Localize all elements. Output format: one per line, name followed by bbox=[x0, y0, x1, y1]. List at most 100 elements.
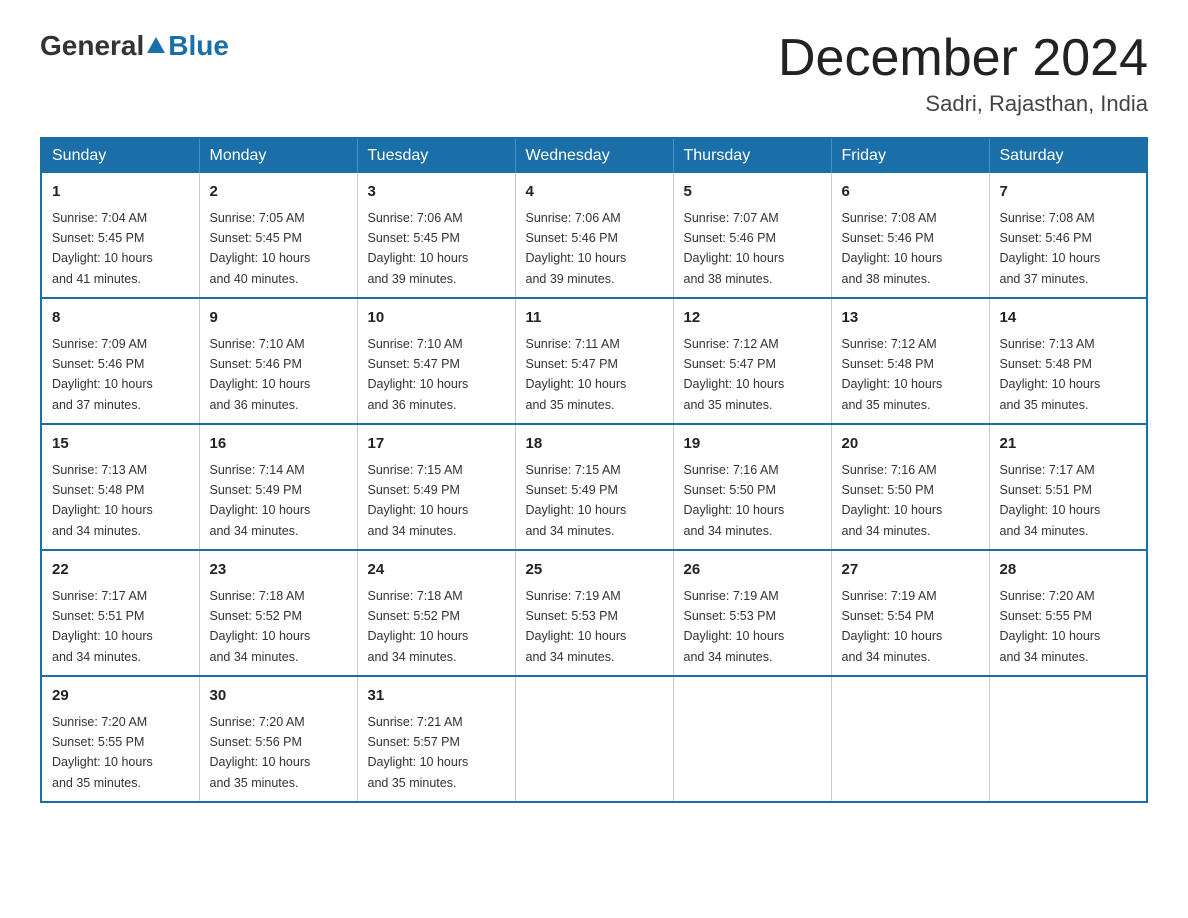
logo-blue-text: Blue bbox=[168, 30, 229, 62]
calendar-cell: 4 Sunrise: 7:06 AMSunset: 5:46 PMDayligh… bbox=[515, 173, 673, 298]
location-subtitle: Sadri, Rajasthan, India bbox=[778, 91, 1148, 117]
day-info: Sunrise: 7:16 AMSunset: 5:50 PMDaylight:… bbox=[684, 463, 785, 538]
calendar-week-1: 1 Sunrise: 7:04 AMSunset: 5:45 PMDayligh… bbox=[41, 173, 1147, 298]
day-number: 25 bbox=[526, 559, 663, 582]
calendar-cell: 31 Sunrise: 7:21 AMSunset: 5:57 PMDaylig… bbox=[357, 676, 515, 802]
calendar-cell: 26 Sunrise: 7:19 AMSunset: 5:53 PMDaylig… bbox=[673, 550, 831, 676]
calendar-cell bbox=[989, 676, 1147, 802]
day-info: Sunrise: 7:10 AMSunset: 5:46 PMDaylight:… bbox=[210, 337, 311, 412]
calendar-cell bbox=[515, 676, 673, 802]
day-info: Sunrise: 7:20 AMSunset: 5:55 PMDaylight:… bbox=[1000, 589, 1101, 664]
day-number: 7 bbox=[1000, 181, 1137, 204]
title-area: December 2024 Sadri, Rajasthan, India bbox=[778, 30, 1148, 117]
day-number: 18 bbox=[526, 433, 663, 456]
day-number: 15 bbox=[52, 433, 189, 456]
day-info: Sunrise: 7:16 AMSunset: 5:50 PMDaylight:… bbox=[842, 463, 943, 538]
calendar-cell: 22 Sunrise: 7:17 AMSunset: 5:51 PMDaylig… bbox=[41, 550, 199, 676]
day-number: 30 bbox=[210, 685, 347, 708]
day-info: Sunrise: 7:20 AMSunset: 5:55 PMDaylight:… bbox=[52, 715, 153, 790]
logo-area: General Blue bbox=[40, 30, 229, 62]
logo: General Blue bbox=[40, 30, 229, 62]
calendar-cell: 19 Sunrise: 7:16 AMSunset: 5:50 PMDaylig… bbox=[673, 424, 831, 550]
day-number: 22 bbox=[52, 559, 189, 582]
day-number: 14 bbox=[1000, 307, 1137, 330]
day-info: Sunrise: 7:12 AMSunset: 5:48 PMDaylight:… bbox=[842, 337, 943, 412]
day-info: Sunrise: 7:10 AMSunset: 5:47 PMDaylight:… bbox=[368, 337, 469, 412]
day-info: Sunrise: 7:14 AMSunset: 5:49 PMDaylight:… bbox=[210, 463, 311, 538]
day-info: Sunrise: 7:06 AMSunset: 5:45 PMDaylight:… bbox=[368, 211, 469, 286]
day-info: Sunrise: 7:04 AMSunset: 5:45 PMDaylight:… bbox=[52, 211, 153, 286]
day-info: Sunrise: 7:18 AMSunset: 5:52 PMDaylight:… bbox=[368, 589, 469, 664]
header-cell-sunday: Sunday bbox=[41, 138, 199, 173]
calendar-cell: 25 Sunrise: 7:19 AMSunset: 5:53 PMDaylig… bbox=[515, 550, 673, 676]
day-info: Sunrise: 7:17 AMSunset: 5:51 PMDaylight:… bbox=[52, 589, 153, 664]
day-info: Sunrise: 7:08 AMSunset: 5:46 PMDaylight:… bbox=[1000, 211, 1101, 286]
header-row: SundayMondayTuesdayWednesdayThursdayFrid… bbox=[41, 138, 1147, 173]
calendar-cell bbox=[673, 676, 831, 802]
calendar-cell: 11 Sunrise: 7:11 AMSunset: 5:47 PMDaylig… bbox=[515, 298, 673, 424]
day-number: 21 bbox=[1000, 433, 1137, 456]
day-number: 17 bbox=[368, 433, 505, 456]
month-title: December 2024 bbox=[778, 30, 1148, 87]
calendar-cell: 24 Sunrise: 7:18 AMSunset: 5:52 PMDaylig… bbox=[357, 550, 515, 676]
day-number: 10 bbox=[368, 307, 505, 330]
day-info: Sunrise: 7:21 AMSunset: 5:57 PMDaylight:… bbox=[368, 715, 469, 790]
day-number: 4 bbox=[526, 181, 663, 204]
calendar-week-3: 15 Sunrise: 7:13 AMSunset: 5:48 PMDaylig… bbox=[41, 424, 1147, 550]
day-info: Sunrise: 7:15 AMSunset: 5:49 PMDaylight:… bbox=[526, 463, 627, 538]
calendar-cell: 1 Sunrise: 7:04 AMSunset: 5:45 PMDayligh… bbox=[41, 173, 199, 298]
day-number: 27 bbox=[842, 559, 979, 582]
day-number: 3 bbox=[368, 181, 505, 204]
calendar-cell: 15 Sunrise: 7:13 AMSunset: 5:48 PMDaylig… bbox=[41, 424, 199, 550]
day-number: 28 bbox=[1000, 559, 1137, 582]
header-cell-tuesday: Tuesday bbox=[357, 138, 515, 173]
day-number: 20 bbox=[842, 433, 979, 456]
day-number: 16 bbox=[210, 433, 347, 456]
day-info: Sunrise: 7:09 AMSunset: 5:46 PMDaylight:… bbox=[52, 337, 153, 412]
calendar-cell: 23 Sunrise: 7:18 AMSunset: 5:52 PMDaylig… bbox=[199, 550, 357, 676]
day-info: Sunrise: 7:13 AMSunset: 5:48 PMDaylight:… bbox=[52, 463, 153, 538]
day-info: Sunrise: 7:15 AMSunset: 5:49 PMDaylight:… bbox=[368, 463, 469, 538]
calendar-cell: 2 Sunrise: 7:05 AMSunset: 5:45 PMDayligh… bbox=[199, 173, 357, 298]
calendar-cell: 8 Sunrise: 7:09 AMSunset: 5:46 PMDayligh… bbox=[41, 298, 199, 424]
day-number: 23 bbox=[210, 559, 347, 582]
day-info: Sunrise: 7:19 AMSunset: 5:53 PMDaylight:… bbox=[684, 589, 785, 664]
calendar-cell: 30 Sunrise: 7:20 AMSunset: 5:56 PMDaylig… bbox=[199, 676, 357, 802]
calendar-cell: 12 Sunrise: 7:12 AMSunset: 5:47 PMDaylig… bbox=[673, 298, 831, 424]
calendar-cell: 10 Sunrise: 7:10 AMSunset: 5:47 PMDaylig… bbox=[357, 298, 515, 424]
calendar-cell: 13 Sunrise: 7:12 AMSunset: 5:48 PMDaylig… bbox=[831, 298, 989, 424]
day-number: 2 bbox=[210, 181, 347, 204]
calendar-cell: 3 Sunrise: 7:06 AMSunset: 5:45 PMDayligh… bbox=[357, 173, 515, 298]
day-info: Sunrise: 7:11 AMSunset: 5:47 PMDaylight:… bbox=[526, 337, 627, 412]
day-number: 1 bbox=[52, 181, 189, 204]
calendar-cell: 5 Sunrise: 7:07 AMSunset: 5:46 PMDayligh… bbox=[673, 173, 831, 298]
calendar-cell: 7 Sunrise: 7:08 AMSunset: 5:46 PMDayligh… bbox=[989, 173, 1147, 298]
logo-triangle-icon bbox=[145, 35, 167, 57]
calendar-cell: 16 Sunrise: 7:14 AMSunset: 5:49 PMDaylig… bbox=[199, 424, 357, 550]
calendar-cell: 18 Sunrise: 7:15 AMSunset: 5:49 PMDaylig… bbox=[515, 424, 673, 550]
day-number: 5 bbox=[684, 181, 821, 204]
day-info: Sunrise: 7:19 AMSunset: 5:54 PMDaylight:… bbox=[842, 589, 943, 664]
calendar-cell: 9 Sunrise: 7:10 AMSunset: 5:46 PMDayligh… bbox=[199, 298, 357, 424]
day-number: 24 bbox=[368, 559, 505, 582]
calendar-cell: 17 Sunrise: 7:15 AMSunset: 5:49 PMDaylig… bbox=[357, 424, 515, 550]
day-number: 29 bbox=[52, 685, 189, 708]
calendar-cell: 21 Sunrise: 7:17 AMSunset: 5:51 PMDaylig… bbox=[989, 424, 1147, 550]
calendar-cell: 20 Sunrise: 7:16 AMSunset: 5:50 PMDaylig… bbox=[831, 424, 989, 550]
calendar-cell: 27 Sunrise: 7:19 AMSunset: 5:54 PMDaylig… bbox=[831, 550, 989, 676]
day-info: Sunrise: 7:20 AMSunset: 5:56 PMDaylight:… bbox=[210, 715, 311, 790]
day-info: Sunrise: 7:05 AMSunset: 5:45 PMDaylight:… bbox=[210, 211, 311, 286]
day-info: Sunrise: 7:13 AMSunset: 5:48 PMDaylight:… bbox=[1000, 337, 1101, 412]
header-cell-saturday: Saturday bbox=[989, 138, 1147, 173]
day-info: Sunrise: 7:19 AMSunset: 5:53 PMDaylight:… bbox=[526, 589, 627, 664]
day-info: Sunrise: 7:17 AMSunset: 5:51 PMDaylight:… bbox=[1000, 463, 1101, 538]
day-number: 31 bbox=[368, 685, 505, 708]
header-cell-wednesday: Wednesday bbox=[515, 138, 673, 173]
day-info: Sunrise: 7:08 AMSunset: 5:46 PMDaylight:… bbox=[842, 211, 943, 286]
calendar-week-5: 29 Sunrise: 7:20 AMSunset: 5:55 PMDaylig… bbox=[41, 676, 1147, 802]
day-info: Sunrise: 7:12 AMSunset: 5:47 PMDaylight:… bbox=[684, 337, 785, 412]
day-number: 12 bbox=[684, 307, 821, 330]
header-cell-friday: Friday bbox=[831, 138, 989, 173]
day-number: 8 bbox=[52, 307, 189, 330]
day-number: 6 bbox=[842, 181, 979, 204]
